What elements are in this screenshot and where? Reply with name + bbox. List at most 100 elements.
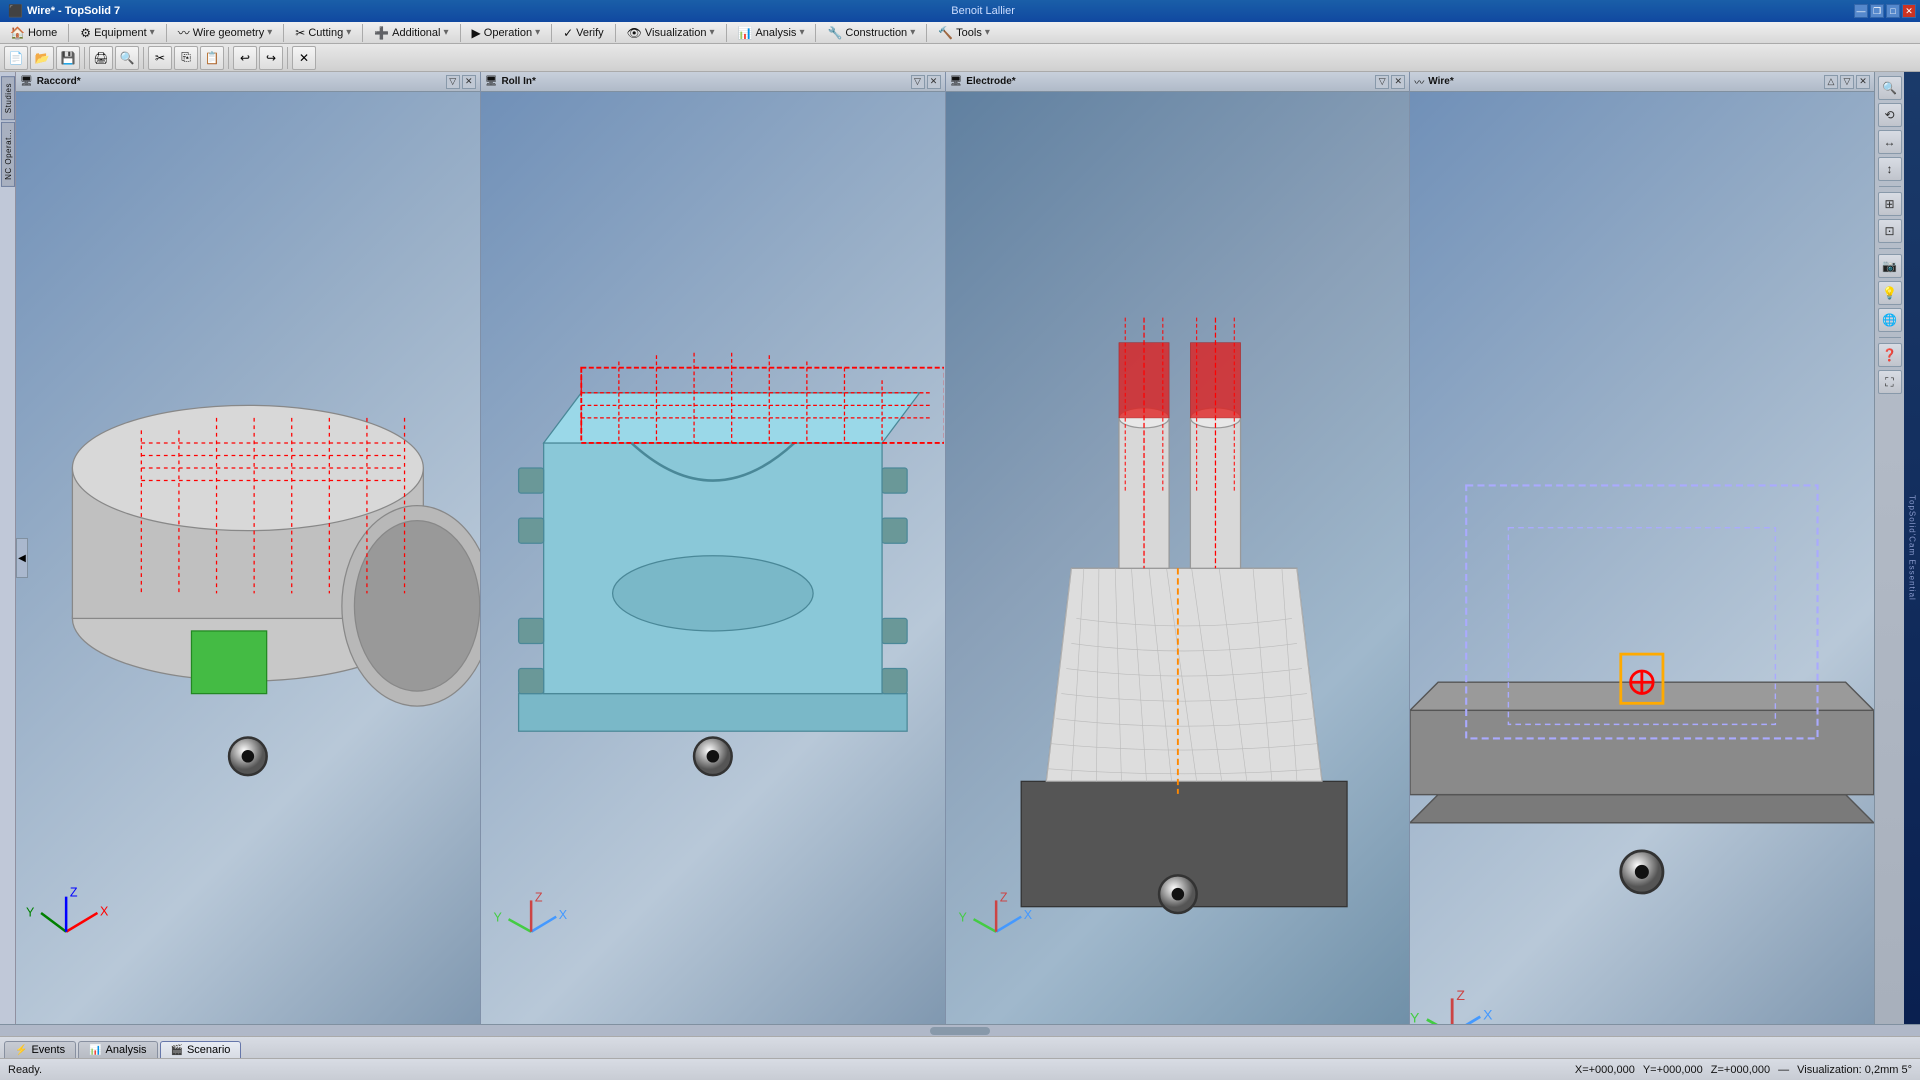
toolbar-btn-redo[interactable]: ↪ (259, 46, 283, 70)
toolbar-btn-save[interactable]: 💾 (56, 46, 80, 70)
electrode-controls: ▽ ✕ (1375, 75, 1405, 89)
rollin-content[interactable]: X Y Z 20mm (481, 92, 945, 1024)
electrode-icon: 🖥 (950, 76, 963, 87)
menu-item-tools[interactable]: 🔨Tools▾ (930, 24, 998, 42)
svg-text:X: X (558, 908, 567, 922)
rollin-settings-btn[interactable]: ▽ (911, 75, 925, 89)
menu-icon-additional: ➕ (374, 26, 389, 40)
menu-items-container: 🏠Home ⚙Equipment▾ 〰Wire geometry▾ ✂Cutting▾… (2, 22, 998, 43)
menu-icon-operation: ▶ (472, 26, 481, 40)
menu-item-wire-geometry[interactable]: 〰Wire geometry▾ (170, 22, 281, 43)
menu-item-verify[interactable]: ✓Verify (555, 24, 612, 42)
svg-text:Z: Z (1457, 987, 1466, 1003)
viewport-electrode: 🖥 Electrode* ▽ ✕ (946, 72, 1410, 1024)
menu-icon-analysis: 📊 (738, 26, 753, 40)
menu-dropdown-arrow-cutting: ▾ (346, 27, 351, 38)
menu-item-construction[interactable]: 🔧Construction▾ (819, 24, 923, 42)
svg-text:Y: Y (958, 911, 967, 925)
raccord-left-arrow[interactable]: ◀ (16, 538, 28, 578)
rs-select-btn[interactable]: ⛶ (1878, 370, 1902, 394)
rs-globe-btn[interactable]: 🌐 (1878, 308, 1902, 332)
toolbar-btn-open[interactable]: 📂 (30, 46, 54, 70)
sidebar-tab-nc-operations[interactable]: NC Operat... (1, 122, 15, 187)
menu-label-operation: Operation (484, 27, 532, 39)
tab-scenario[interactable]: 🎬 Scenario (160, 1041, 242, 1058)
svg-text:Y: Y (1410, 1009, 1420, 1024)
svg-text:X: X (1023, 908, 1032, 922)
rs-help-btn[interactable]: ❓ (1878, 343, 1902, 367)
toolbar-btn-undo[interactable]: ↩ (233, 46, 257, 70)
rs-camera-btn[interactable]: 📷 (1878, 254, 1902, 278)
wire-content[interactable]: X Y Z 50mm (1410, 92, 1874, 1024)
menu-label-equipment: Equipment (94, 27, 147, 39)
wire-close-btn[interactable]: ✕ (1856, 75, 1870, 89)
main-area: Studies NC Operat... 🖥 Raccord* ▽ ✕ (0, 72, 1920, 1024)
toolbar-buttons: 📄📂💾 🖨🔍 ✂⎘📋 ↩↪ ✕ (4, 46, 316, 70)
sidebar-tab-studies[interactable]: Studies (1, 76, 15, 120)
toolbar-btn-new[interactable]: 📄 (4, 46, 28, 70)
raccord-close-btn[interactable]: ✕ (462, 75, 476, 89)
svg-text:X: X (100, 904, 109, 918)
menu-sep-analysis (815, 24, 816, 42)
electrode-settings-btn[interactable]: ▽ (1375, 75, 1389, 89)
rollin-title: Roll In* (501, 76, 906, 87)
wire-settings-btn[interactable]: ▽ (1840, 75, 1854, 89)
viewport-scrollbar[interactable] (0, 1024, 1920, 1036)
toolbar-btn-cut-tb[interactable]: ✂ (148, 46, 172, 70)
menu-item-equipment[interactable]: ⚙Equipment▾ (72, 24, 162, 42)
tab-analysis[interactable]: 📊 Analysis (78, 1041, 157, 1058)
minimize-button[interactable]: — (1854, 4, 1868, 18)
toolbar-btn-print[interactable]: 🖨 (89, 46, 113, 70)
menu-dropdown-arrow-operation: ▾ (535, 27, 540, 38)
rs-views-btn[interactable]: ⊞ (1878, 192, 1902, 216)
scroll-handle[interactable] (930, 1027, 990, 1035)
toolbar-btn-delete[interactable]: ✕ (292, 46, 316, 70)
raccord-settings-btn[interactable]: ▽ (446, 75, 460, 89)
menu-label-visualization: Visualization (645, 27, 707, 39)
left-sidebar: Studies NC Operat... (0, 72, 16, 1024)
menu-item-home[interactable]: 🏠Home (2, 24, 65, 42)
raccord-content[interactable]: X Y Z 20mm ◀ (16, 92, 480, 1024)
menu-item-operation[interactable]: ▶Operation▾ (464, 24, 549, 42)
wire-3d: X Y Z 50mm (1410, 92, 1874, 1024)
menu-item-analysis[interactable]: 📊Analysis▾ (730, 24, 813, 42)
rs-single-btn[interactable]: ⊡ (1878, 219, 1902, 243)
svg-text:Z: Z (535, 891, 543, 905)
menu-item-additional[interactable]: ➕Additional▾ (366, 24, 456, 42)
menu-item-cutting[interactable]: ✂Cutting▾ (287, 24, 359, 42)
rs-sep3 (1879, 337, 1901, 338)
svg-text:Y: Y (26, 906, 35, 920)
rs-side-btn[interactable]: ↕ (1878, 157, 1902, 181)
menu-sep-cutting (362, 24, 363, 42)
viewport-raccord: 🖥 Raccord* ▽ ✕ (16, 72, 480, 1024)
rs-front-btn[interactable]: ↔ (1878, 130, 1902, 154)
rs-sep1 (1879, 186, 1901, 187)
electrode-content[interactable]: X Y Z 20mm (946, 92, 1410, 1024)
svg-text:Z: Z (70, 886, 78, 900)
toolbar-btn-paste[interactable]: 📋 (200, 46, 224, 70)
close-button[interactable]: ✕ (1902, 4, 1916, 18)
electrode-close-btn[interactable]: ✕ (1391, 75, 1405, 89)
toolbar-btn-copy[interactable]: ⎘ (174, 46, 198, 70)
rollin-close-btn[interactable]: ✕ (927, 75, 941, 89)
rs-fit-btn[interactable]: ⟲ (1878, 103, 1902, 127)
menu-icon-verify: ✓ (563, 26, 573, 40)
wire-expand-btn[interactable]: △ (1824, 75, 1838, 89)
rs-add-btn[interactable]: 🔍 (1878, 76, 1902, 100)
menu-dropdown-arrow-equipment: ▾ (150, 27, 155, 38)
electrode-title: Electrode* (966, 76, 1371, 87)
viewport-wire: 〰 Wire* △ ▽ ✕ (1410, 72, 1874, 1024)
toolbar-sep-sep1 (84, 47, 85, 69)
svg-text:Z: Z (999, 891, 1007, 905)
restore-button[interactable]: ❐ (1870, 4, 1884, 18)
viewport-rollin: 🖥 Roll In* ▽ ✕ (481, 72, 945, 1024)
toolbar-btn-preview[interactable]: 🔍 (115, 46, 139, 70)
menu-sep-home (68, 24, 69, 42)
menu-label-analysis: Analysis (755, 27, 796, 39)
tab-events[interactable]: ⚡ Events (4, 1041, 76, 1058)
maximize-button[interactable]: □ (1886, 4, 1900, 18)
menu-label-verify: Verify (576, 27, 604, 39)
user-info: Benoit Lallier (951, 5, 1015, 17)
menu-item-visualization[interactable]: 👁Visualization▾ (619, 24, 723, 42)
rs-light-btn[interactable]: 💡 (1878, 281, 1902, 305)
